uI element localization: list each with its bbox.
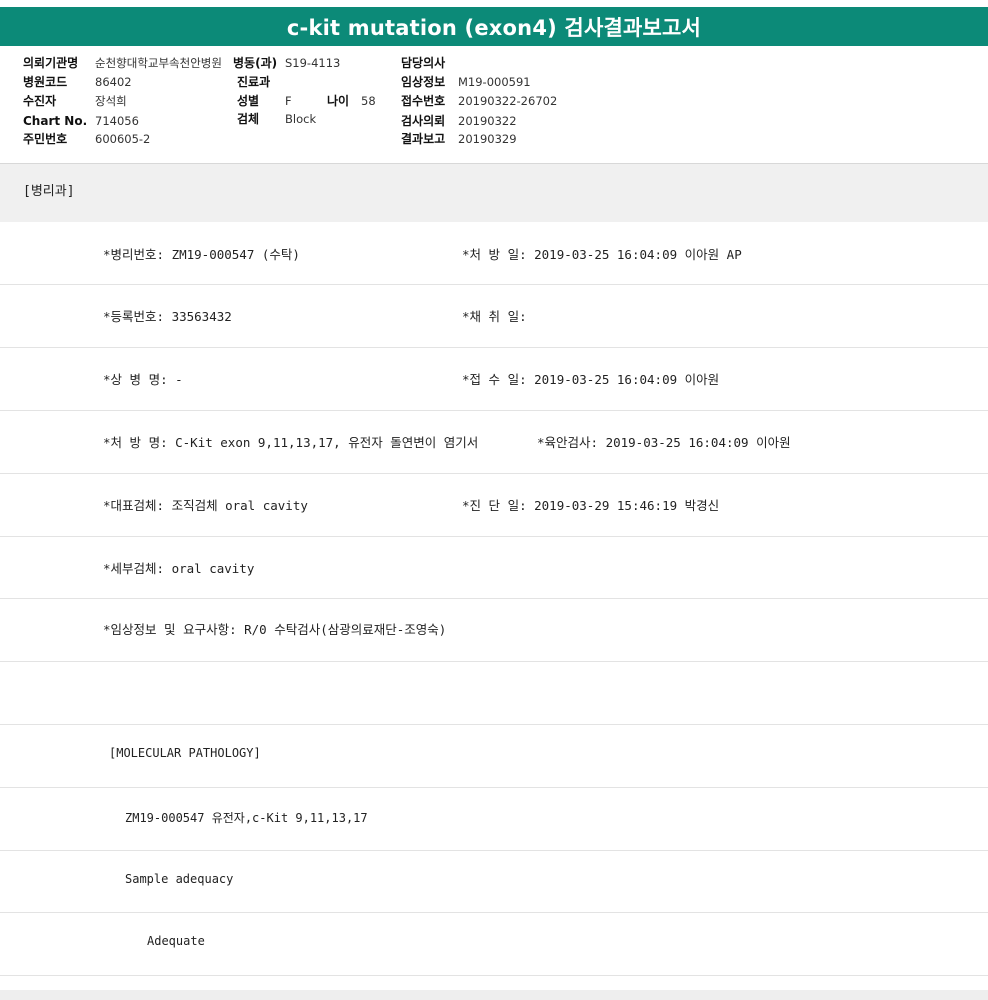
adequacy-label-row: Sample adequacy: [0, 851, 988, 913]
sample-adequacy-label: Sample adequacy: [125, 872, 234, 886]
chart-no-value: 714056: [95, 114, 139, 128]
sex-value: F: [285, 94, 292, 108]
top-spacer: [0, 0, 988, 7]
report-row-7: *임상정보 및 요구사항: R/0 수탁검사(삼광의료재단-조영숙): [0, 599, 988, 662]
age-value: 58: [361, 94, 376, 108]
patient-value: 장석희: [95, 94, 127, 108]
main-specimen: *대표검체: 조직검체 oral cavity: [103, 498, 308, 513]
report-row-4: *처 방 명: C-Kit exon 9,11,13,17, 유전자 돌연변이 …: [0, 411, 988, 474]
prescription-date: *처 방 일: 2019-03-25 16:04:09 이아원 AP: [462, 247, 742, 262]
registration-number: *등록번호: 33563432: [103, 309, 232, 324]
report-row-2: *등록번호: 33563432 *채 취 일:: [0, 285, 988, 348]
sex-label: 성별: [237, 94, 260, 108]
resident-no-value: 600605-2: [95, 132, 151, 146]
report-row-5: *대표검체: 조직검체 oral cavity *진 단 일: 2019-03-…: [0, 474, 988, 537]
report-title-text: c-kit mutation (exon4) 검사결과보고서: [286, 15, 702, 40]
sub-specimen: *세부검체: oral cavity: [103, 561, 255, 576]
accession-no-label: 접수번호: [401, 94, 446, 108]
patient-info-header: 의뢰기관명 병원코드 수진자 Chart No. 주민번호 순천향대학교부속천안…: [0, 46, 988, 164]
age-label: 나이: [327, 94, 350, 108]
request-date-label: 검사의뢰: [401, 114, 446, 128]
bottom-band: [0, 990, 988, 1000]
gross-exam-date: *육안검사: 2019-03-25 16:04:09 이아원: [537, 435, 791, 450]
molecular-case-row: ZM19-000547 유전자,c-Kit 9,11,13,17: [0, 788, 988, 851]
collection-date: *채 취 일:: [462, 309, 527, 324]
department-section-title: [병리과]: [23, 184, 75, 199]
molecular-heading: [MOLECULAR PATHOLOGY]: [109, 746, 261, 760]
diagnosis-date: *진 단 일: 2019-03-29 15:46:19 박경신: [462, 498, 720, 513]
report-date-value: 20190329: [458, 132, 517, 146]
request-date-value: 20190322: [458, 114, 517, 128]
molecular-case-line: ZM19-000547 유전자,c-Kit 9,11,13,17: [125, 811, 368, 825]
institution-label: 의뢰기관명: [23, 56, 79, 70]
disease-name: *상 병 명: -: [103, 372, 183, 387]
adequacy-value-row: Adequate: [0, 913, 988, 976]
hospital-code-label: 병원코드: [23, 75, 68, 89]
report-row-3: *상 병 명: - *접 수 일: 2019-03-25 16:04:09 이아…: [0, 348, 988, 411]
pathology-number: *병리번호: ZM19-000547 (수탁): [103, 247, 300, 262]
sample-adequacy-value: Adequate: [147, 934, 205, 948]
specimen-label: 검체: [237, 112, 260, 126]
report-row-blank: [0, 662, 988, 725]
report-row-6: *세부검체: oral cavity: [0, 537, 988, 599]
ward-label: 병동(과): [233, 56, 278, 70]
receipt-date: *접 수 일: 2019-03-25 16:04:09 이아원: [462, 372, 720, 387]
report-title: c-kit mutation (exon4) 검사결과보고서: [0, 7, 988, 46]
ward-value: S19-4113: [285, 56, 341, 70]
clinical-info-label: 임상정보: [401, 75, 446, 89]
chart-no-label: Chart No.: [23, 114, 88, 128]
accession-no-value: 20190322-26702: [458, 94, 558, 108]
clinical-info-value: M19-000591: [458, 75, 531, 89]
doctor-label: 담당의사: [401, 56, 446, 70]
clinical-request: *임상정보 및 요구사항: R/0 수탁검사(삼광의료재단-조영숙): [103, 622, 447, 637]
report-date-label: 결과보고: [401, 132, 446, 146]
department-label: 진료과: [237, 75, 271, 89]
molecular-heading-row: [MOLECULAR PATHOLOGY]: [0, 725, 988, 788]
department-section: [병리과]: [0, 164, 988, 222]
resident-no-label: 주민번호: [23, 132, 68, 146]
hospital-code-value: 86402: [95, 75, 132, 89]
patient-label: 수진자: [23, 94, 57, 108]
specimen-value: Block: [285, 112, 317, 126]
order-name: *처 방 명: C-Kit exon 9,11,13,17, 유전자 돌연변이 …: [103, 435, 479, 450]
report-row-1: *병리번호: ZM19-000547 (수탁) *처 방 일: 2019-03-…: [0, 222, 988, 285]
institution-value: 순천향대학교부속천안병원: [95, 56, 222, 70]
